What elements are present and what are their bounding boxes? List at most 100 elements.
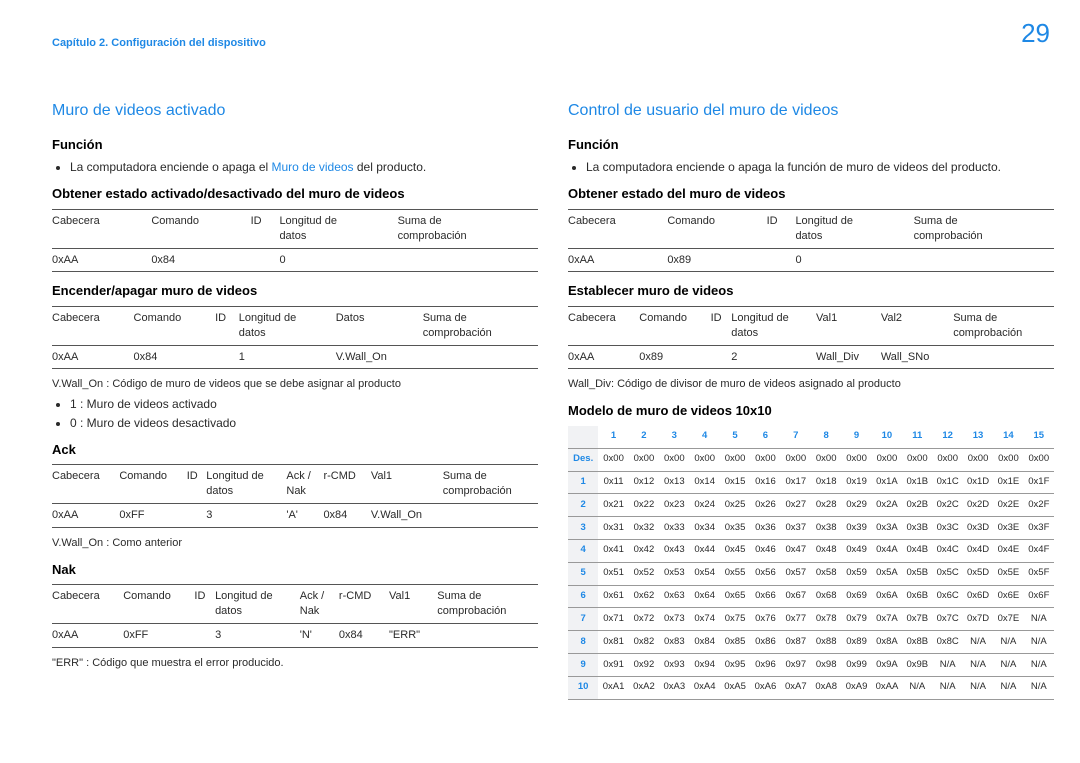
col-header: Suma decomprobación bbox=[423, 306, 538, 345]
hex-cell: 0x99 bbox=[841, 654, 871, 677]
hex-cell: 0xA5 bbox=[720, 676, 750, 699]
cell bbox=[953, 345, 1054, 369]
hex-cell: 0x4C bbox=[933, 539, 963, 562]
hex-cell: 0x53 bbox=[659, 562, 689, 585]
hex-col-header: 1 bbox=[598, 426, 628, 448]
cell: 0xAA bbox=[52, 345, 134, 369]
hex-col-header: 4 bbox=[690, 426, 720, 448]
hex-cell: 0xA1 bbox=[598, 676, 628, 699]
hex-cell: 0x6C bbox=[933, 585, 963, 608]
heading-set-l: Encender/apagar muro de videos bbox=[52, 282, 538, 300]
hex-cell: 0x32 bbox=[629, 517, 659, 540]
hex-cell: 0x4F bbox=[1024, 539, 1054, 562]
hex-cell: 0x35 bbox=[720, 517, 750, 540]
cell: "ERR" bbox=[389, 623, 437, 647]
hex-cell: 0x24 bbox=[690, 494, 720, 517]
hex-cell: 0x83 bbox=[659, 631, 689, 654]
hex-row-header: 1 bbox=[568, 471, 598, 494]
hex-row-header: 5 bbox=[568, 562, 598, 585]
col-header: Longitud dedatos bbox=[731, 306, 816, 345]
hex-cell: 0x85 bbox=[720, 631, 750, 654]
table-get-l: CabeceraComandoIDLongitud dedatosSuma de… bbox=[52, 209, 538, 273]
breadcrumb: Capítulo 2. Configuración del dispositiv… bbox=[52, 36, 266, 51]
hex-cell: 0x6A bbox=[872, 585, 902, 608]
col-header: r-CMD bbox=[339, 585, 389, 624]
hex-cell: 0x43 bbox=[659, 539, 689, 562]
hex-cell: 0x26 bbox=[750, 494, 780, 517]
hex-cell: 0x86 bbox=[750, 631, 780, 654]
hex-cell: 0x2A bbox=[872, 494, 902, 517]
cell: 0x84 bbox=[339, 623, 389, 647]
hex-cell: 0x00 bbox=[781, 448, 811, 471]
hex-cell: 0x17 bbox=[781, 471, 811, 494]
cell bbox=[767, 248, 796, 272]
col-header: Suma decomprobación bbox=[443, 465, 538, 504]
hex-row-header: Des. bbox=[568, 448, 598, 471]
hex-cell: 0x3A bbox=[872, 517, 902, 540]
hex-cell: 0x5B bbox=[902, 562, 932, 585]
hex-cell: 0x5D bbox=[963, 562, 993, 585]
hex-cell: 0x1E bbox=[993, 471, 1023, 494]
cell: 0xAA bbox=[52, 503, 119, 527]
hex-cell: 0x42 bbox=[629, 539, 659, 562]
hex-cell: 0x69 bbox=[841, 585, 871, 608]
col-header: Comando bbox=[134, 306, 216, 345]
cell: 0xFF bbox=[123, 623, 194, 647]
hex-row-header: 2 bbox=[568, 494, 598, 517]
hex-cell: 0x13 bbox=[659, 471, 689, 494]
hex-cell: 0x49 bbox=[841, 539, 871, 562]
hex-row-header: 8 bbox=[568, 631, 598, 654]
hex-cell: 0xA4 bbox=[690, 676, 720, 699]
col-header: Cabecera bbox=[52, 209, 151, 248]
hex-col-header: 2 bbox=[629, 426, 659, 448]
hex-cell: 0x52 bbox=[629, 562, 659, 585]
hex-cell: 0xA6 bbox=[750, 676, 780, 699]
cell: 1 bbox=[239, 345, 336, 369]
hex-cell: 0x61 bbox=[598, 585, 628, 608]
hex-cell: N/A bbox=[963, 654, 993, 677]
col-header: Datos bbox=[336, 306, 423, 345]
heading-set-r: Establecer muro de videos bbox=[568, 282, 1054, 300]
hex-cell: N/A bbox=[933, 676, 963, 699]
cell bbox=[215, 345, 239, 369]
heading-model: Modelo de muro de videos 10x10 bbox=[568, 402, 1054, 420]
heading-muro-activado: Muro de videos activado bbox=[52, 100, 538, 122]
hex-cell: N/A bbox=[993, 654, 1023, 677]
hex-cell: 0x25 bbox=[720, 494, 750, 517]
right-column: Control de usuario del muro de videos Fu… bbox=[568, 100, 1054, 743]
hex-cell: N/A bbox=[902, 676, 932, 699]
heading-funcion-l: Función bbox=[52, 136, 538, 154]
hex-cell: 0x64 bbox=[690, 585, 720, 608]
cell: 'A' bbox=[286, 503, 323, 527]
hex-cell: N/A bbox=[1024, 608, 1054, 631]
cell: 0x84 bbox=[134, 345, 216, 369]
hex-cell: 0x95 bbox=[720, 654, 750, 677]
hex-cell: 0x00 bbox=[872, 448, 902, 471]
heading-funcion-r: Función bbox=[568, 136, 1054, 154]
hex-cell: 0x79 bbox=[841, 608, 871, 631]
hex-cell: 0x1B bbox=[902, 471, 932, 494]
col-header: Suma decomprobación bbox=[914, 209, 1054, 248]
col-header: Suma decomprobación bbox=[398, 209, 538, 248]
col-header: ID bbox=[251, 209, 280, 248]
funcion-bullet-l: La computadora enciende o apaga el Muro … bbox=[70, 159, 538, 175]
col-header: ID bbox=[194, 585, 215, 624]
col-header: Ack /Nak bbox=[300, 585, 339, 624]
col-header: Longitud dedatos bbox=[279, 209, 397, 248]
cell: Wall_SNo bbox=[881, 345, 953, 369]
hex-cell: 0x7B bbox=[902, 608, 932, 631]
cell: 0x84 bbox=[323, 503, 370, 527]
cell bbox=[251, 248, 280, 272]
col-header: Cabecera bbox=[568, 209, 667, 248]
hex-cell: 0x6D bbox=[963, 585, 993, 608]
hex-cell: 0x91 bbox=[598, 654, 628, 677]
hex-cell: 0x7A bbox=[872, 608, 902, 631]
hex-col-header: 13 bbox=[963, 426, 993, 448]
hex-cell: 0x93 bbox=[659, 654, 689, 677]
heading-get-r: Obtener estado del muro de videos bbox=[568, 185, 1054, 203]
hex-cell: 0x8A bbox=[872, 631, 902, 654]
funcion-link: Muro de videos bbox=[272, 160, 354, 174]
hex-cell: 0x00 bbox=[811, 448, 841, 471]
hex-cell: 0x59 bbox=[841, 562, 871, 585]
cell: 0x89 bbox=[639, 345, 710, 369]
